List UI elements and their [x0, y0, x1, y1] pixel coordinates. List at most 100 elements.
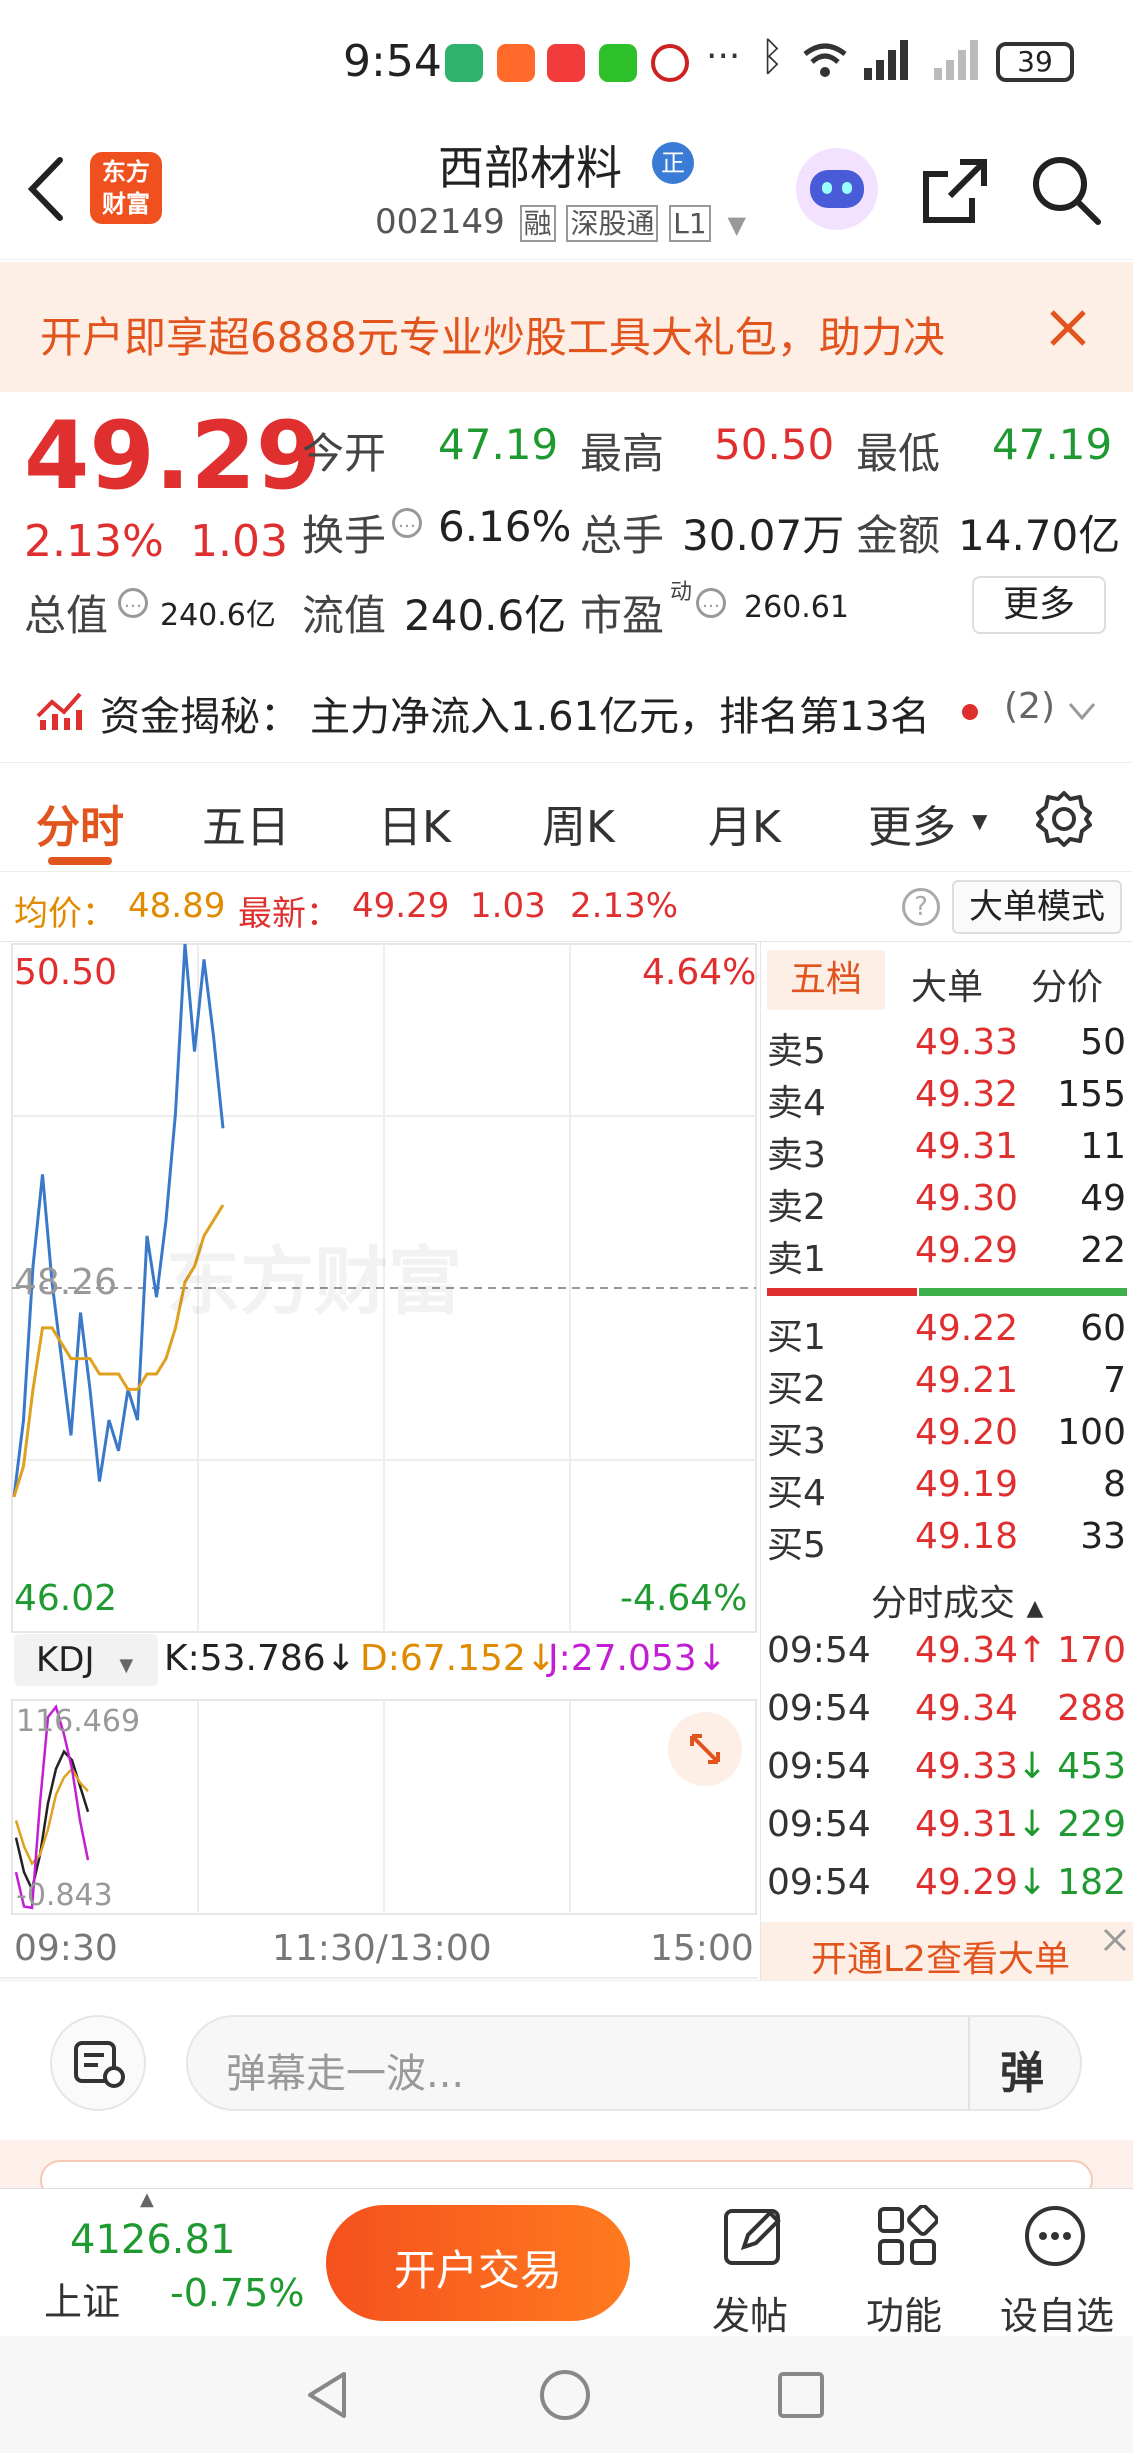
change-percent: 2.13% [24, 516, 164, 567]
kdj-k-value: K:53.786↓ [164, 1638, 356, 1679]
tab-price-dist[interactable]: 分价 [1031, 958, 1103, 1010]
index-value[interactable]: 4126.81 [70, 2217, 235, 2263]
pe-value: 260.61 [744, 590, 849, 625]
turnover-label: 换手 [302, 511, 387, 560]
tab-more[interactable]: 更多 [868, 791, 956, 855]
bid-row[interactable]: 买5 49.18 33 [761, 1516, 1133, 1568]
tab-intraday[interactable]: 分时 [36, 791, 124, 855]
intraday-chart-area[interactable]: 东方财富 50.50 4.64% 48.26 46.02 -4.64% KDJ … [0, 942, 758, 1980]
tick-time: 09:54 [767, 1746, 871, 1787]
tab-monthly-k[interactable]: 月K [708, 791, 781, 855]
tab-big-orders[interactable]: 大单 [911, 958, 983, 1010]
bid-row[interactable]: 买1 49.22 60 [761, 1308, 1133, 1360]
y-mid-label: 48.26 [14, 1262, 118, 1303]
danmu-input[interactable]: 弹幕走一波... 弹 [186, 2015, 1082, 2111]
fund-flow-label: 资金揭秘： [100, 694, 300, 740]
bid-row[interactable]: 买3 49.20 100 [761, 1412, 1133, 1464]
nav-recents-icon[interactable] [776, 2370, 826, 2420]
fund-flow-row[interactable]: 资金揭秘： 主力净流入1.61亿元，排名第13名 (2) [0, 662, 1133, 752]
info-icon[interactable]: … [392, 508, 422, 538]
info-icon[interactable]: … [696, 588, 726, 618]
expand-icon[interactable] [668, 1712, 742, 1786]
bid-row-label: 买5 [767, 1525, 826, 1566]
signal-icon [934, 40, 978, 80]
grid-icon [878, 2205, 938, 2265]
unread-dot [962, 704, 978, 720]
tick-time: 09:54 [767, 1804, 871, 1845]
latest-change-pct: 2.13% [570, 886, 679, 926]
tick-volume: 182 [1057, 1862, 1126, 1903]
fund-flow-count: (2) [1004, 686, 1055, 727]
tab-weekly-k[interactable]: 周K [542, 791, 615, 855]
bid-row[interactable]: 买2 49.21 7 [761, 1360, 1133, 1412]
robot-assistant-icon[interactable] [796, 148, 878, 230]
status-time: 9:54 [343, 36, 442, 87]
battery-level: 39 [1017, 45, 1053, 78]
high-label: 最高 [580, 429, 665, 478]
tab-five-day[interactable]: 五日 [202, 791, 290, 855]
gear-icon[interactable] [1034, 789, 1094, 849]
ask-row-label: 卖5 [767, 1031, 826, 1072]
close-icon[interactable] [1101, 1926, 1129, 1954]
app-notification-icon [651, 44, 689, 82]
open-l2-link[interactable]: 开通L2查看大单 [761, 1922, 1133, 1980]
share-icon[interactable] [920, 156, 990, 226]
tab-five-levels[interactable]: 五档 [767, 950, 885, 1010]
bid-row-price: 49.22 [915, 1308, 1019, 1349]
tick-row: 09:54 49.29 ↓ 182 [761, 1862, 1133, 1914]
nav-home-icon[interactable] [538, 2368, 592, 2422]
ask-row-label: 卖2 [767, 1187, 826, 1228]
ask-row[interactable]: 卖5 49.33 50 [761, 1022, 1133, 1074]
help-icon[interactable]: ? [902, 888, 940, 926]
nav-back-icon[interactable] [304, 2370, 350, 2420]
bid-row-price: 49.21 [915, 1360, 1019, 1401]
ask-row-label: 卖3 [767, 1135, 826, 1176]
avg-value: 48.89 [128, 886, 226, 926]
edit-icon [724, 2209, 781, 2265]
high-value: 50.50 [714, 420, 835, 469]
ask-row[interactable]: 卖3 49.31 11 [761, 1126, 1133, 1178]
bid-row[interactable]: 买4 49.19 8 [761, 1464, 1133, 1516]
comment-list-button[interactable] [50, 2015, 146, 2111]
tab-daily-k[interactable]: 日K [378, 791, 451, 855]
danmu-toggle-button[interactable]: 弹 [1000, 2037, 1044, 2101]
search-icon[interactable] [1030, 154, 1102, 226]
function-button[interactable]: 功能 [854, 2199, 964, 2338]
more-button[interactable]: 更多 [972, 576, 1106, 634]
quote-panel: 49.29 2.13% 1.03 今开 47.19 最高 50.50 最低 47… [0, 392, 1133, 762]
bid-row-price: 49.18 [915, 1516, 1019, 1557]
ask-row-price: 49.32 [915, 1074, 1019, 1115]
comment-bar: 弹幕走一波... 弹 [0, 1980, 1133, 2140]
float-value: 240.6亿 [404, 591, 567, 640]
big-order-mode-button[interactable]: 大单模式 [952, 880, 1122, 934]
intraday-chart[interactable] [0, 942, 758, 1980]
chevron-down-icon: ▼ [119, 1655, 134, 1676]
verified-badge: 正 [652, 142, 694, 184]
ask-row-volume: 49 [1080, 1178, 1126, 1219]
trade-button[interactable]: 开户交易 [326, 2205, 630, 2321]
tick-volume: 453 [1057, 1746, 1126, 1787]
info-icon[interactable]: … [118, 588, 148, 618]
add-watchlist-button[interactable]: 设自选 [996, 2199, 1126, 2338]
function-label: 功能 [866, 2294, 943, 2338]
ticks-title[interactable]: 分时成交 ▲ [871, 1574, 1043, 1626]
ask-row[interactable]: 卖4 49.32 155 [761, 1074, 1133, 1126]
x-tick-close: 15:00 [650, 1928, 754, 1969]
chevron-down-icon: ▼ [972, 809, 988, 833]
close-icon[interactable] [1048, 308, 1088, 348]
indicator-selector[interactable]: KDJ ▼ [14, 1634, 158, 1686]
wechat-icon [599, 44, 637, 82]
ask-row-label: 卖4 [767, 1083, 826, 1124]
kdj-d-value: D:67.152↓ [360, 1638, 556, 1679]
kdj-k-line [14, 1749, 90, 1894]
back-icon[interactable] [24, 154, 68, 224]
pe-superscript: 动 [670, 580, 693, 605]
ask-row[interactable]: 卖1 49.29 22 [761, 1230, 1133, 1282]
mktcap-label: 总值 [24, 591, 109, 640]
bid-row-volume: 8 [1103, 1464, 1126, 1505]
ask-row[interactable]: 卖2 49.30 49 [761, 1178, 1133, 1230]
stock-code-row[interactable]: 002149 融 深股通 L1 ▼ [375, 202, 746, 242]
post-button[interactable]: 发帖 [700, 2199, 810, 2338]
promo-banner[interactable]: 开户即享超6888元专业炒股工具大礼包，助力决 [0, 262, 1133, 392]
pct-top-label: 4.64% [642, 952, 757, 993]
